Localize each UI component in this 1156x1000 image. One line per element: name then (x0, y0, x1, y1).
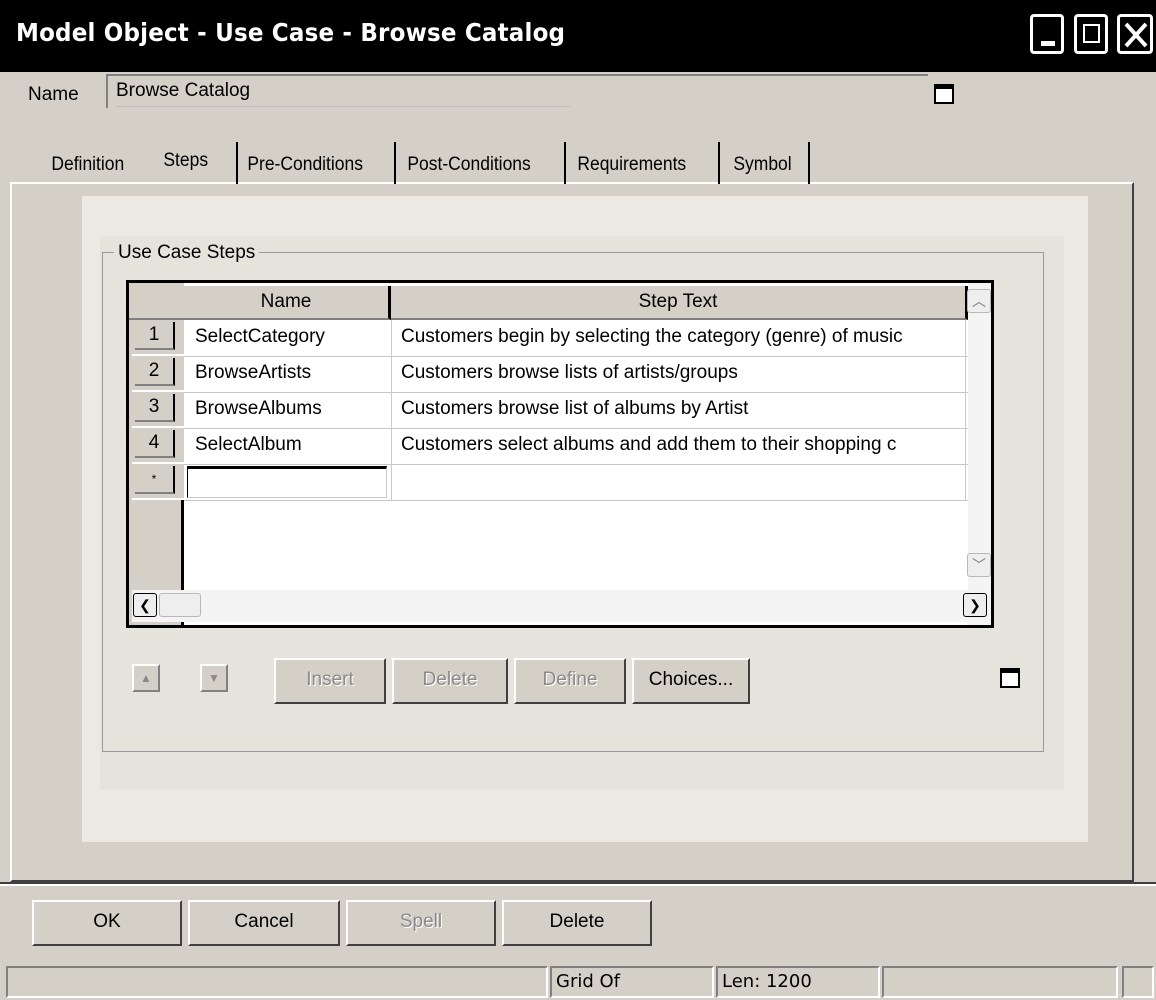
tab-divider (718, 142, 720, 184)
expand-name-button[interactable] (934, 84, 954, 104)
maximize-button[interactable] (1074, 14, 1108, 54)
name-label: Name (28, 84, 79, 105)
chevron-left-icon: ❮ (139, 597, 151, 613)
grid-line (965, 320, 966, 500)
grid-line (184, 500, 968, 501)
close-icon (1124, 22, 1148, 48)
step-name-cell[interactable]: SelectAlbum (187, 428, 389, 462)
grid-line (391, 320, 392, 500)
scroll-left-button[interactable]: ❮ (133, 593, 157, 617)
grid-corner (129, 283, 184, 320)
define-button[interactable]: Define (514, 658, 626, 704)
step-text-cell[interactable]: Customers browse list of albums by Artis… (393, 392, 965, 426)
minimize-button[interactable] (1030, 14, 1064, 54)
row-header[interactable]: 3 (132, 392, 184, 428)
tab-steps[interactable]: Steps (156, 140, 215, 182)
tab-requirements[interactable]: Requirements (570, 144, 694, 186)
tab-divider (808, 142, 810, 184)
cancel-button[interactable]: Cancel (188, 900, 340, 946)
tab-post-conditions[interactable]: Post-Conditions (400, 144, 538, 186)
ok-button[interactable]: OK (32, 900, 182, 946)
group-title: Use Case Steps (114, 242, 260, 264)
triangle-up-icon: ▲ (140, 671, 152, 685)
delete-button[interactable]: Delete (502, 900, 652, 946)
step-text-cell[interactable]: Customers browse lists of artists/groups (393, 356, 965, 390)
status-grid: Grid Of (550, 966, 714, 998)
step-text-cell[interactable]: Customers select albums and add them to … (393, 428, 965, 462)
status-grip (1122, 966, 1154, 998)
step-text-cell[interactable]: Customers begin by selecting the categor… (393, 320, 965, 354)
horizontal-scroll-thumb[interactable] (159, 593, 201, 617)
close-button[interactable] (1117, 14, 1153, 54)
status-message (6, 966, 548, 998)
row-header[interactable]: 1 (132, 320, 184, 356)
tab-divider (236, 142, 238, 184)
status-extra (882, 966, 1118, 998)
maximize-icon (1083, 24, 1100, 43)
tab-divider (394, 142, 396, 184)
step-name-cell[interactable]: BrowseAlbums (187, 392, 389, 426)
status-length: Len: 1200 (716, 966, 880, 998)
name-input-value: Browse Catalog (116, 80, 251, 101)
expand-grid-button[interactable] (1000, 668, 1020, 688)
chevron-down-icon: ﹀ (972, 557, 986, 573)
new-row-marker: * (135, 466, 175, 494)
tab-definition[interactable]: Definition (44, 144, 132, 186)
tab-divider (564, 142, 566, 184)
grid-line (184, 464, 968, 465)
chevron-right-icon: ❯ (969, 597, 981, 613)
minimize-icon (1041, 41, 1055, 46)
scroll-right-button[interactable]: ❯ (963, 593, 987, 617)
step-name-cell[interactable]: BrowseArtists (187, 356, 389, 390)
name-divider (116, 106, 570, 107)
title-bar[interactable]: Model Object - Use Case - Browse Catalog (0, 0, 1156, 72)
row-number: 4 (135, 430, 175, 458)
spell-button[interactable]: Spell (346, 900, 496, 946)
new-step-name-input[interactable] (187, 466, 387, 498)
column-header-step-text[interactable]: Step Text (391, 286, 968, 320)
separator-highlight (0, 884, 1156, 886)
column-header-name[interactable]: Name (184, 286, 391, 320)
row-number: 1 (135, 322, 175, 350)
step-name-cell[interactable]: SelectCategory (187, 320, 389, 354)
row-header[interactable]: 4 (132, 428, 184, 464)
scroll-up-button[interactable]: ︿ (967, 289, 991, 313)
chevron-up-icon: ︿ (972, 293, 986, 309)
triangle-down-icon: ▼ (208, 671, 220, 685)
insert-button[interactable]: Insert (274, 658, 386, 704)
move-down-button[interactable]: ▼ (200, 664, 228, 692)
tab-symbol[interactable]: Symbol (726, 144, 799, 186)
delete-step-button[interactable]: Delete (392, 658, 508, 704)
row-header[interactable]: 2 (132, 356, 184, 392)
row-number: 3 (135, 394, 175, 422)
row-number: 2 (135, 358, 175, 386)
move-up-button[interactable]: ▲ (132, 664, 160, 692)
tab-pre-conditions[interactable]: Pre-Conditions (240, 144, 370, 186)
scroll-down-button[interactable]: ﹀ (967, 553, 991, 577)
horizontal-scrollbar[interactable] (132, 590, 968, 622)
new-row-header[interactable]: * (132, 464, 184, 500)
window-title: Model Object - Use Case - Browse Catalog (16, 18, 566, 47)
steps-grid[interactable]: Name Step Text ︿ ﹀ 1 SelectCategory Cust… (126, 280, 994, 628)
choices-button[interactable]: Choices... (632, 658, 750, 704)
